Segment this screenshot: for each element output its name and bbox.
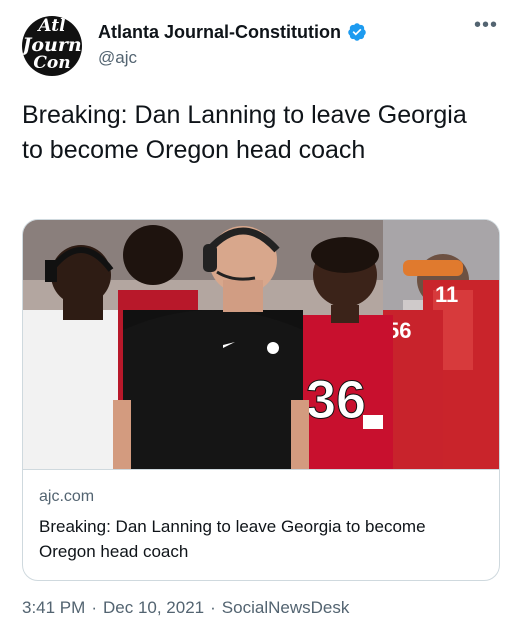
more-options-icon[interactable]: ••• bbox=[474, 15, 498, 38]
card-image[interactable]: 11 56 36 20 bbox=[23, 220, 499, 469]
tweet-text: Breaking: Dan Lanning to leave Georgia t… bbox=[22, 101, 467, 164]
ajc-logo: Atl Journ Con bbox=[22, 16, 82, 76]
handle[interactable]: @ajc bbox=[98, 48, 137, 68]
separator: · bbox=[210, 598, 216, 617]
display-name[interactable]: Atlanta Journal-Constitution bbox=[98, 22, 341, 43]
card-title: Breaking: Dan Lanning to leave Georgia t… bbox=[39, 517, 426, 561]
logo-line-3: Con bbox=[33, 53, 71, 73]
jersey-number-36: 36 bbox=[306, 370, 366, 430]
verified-badge-icon bbox=[348, 23, 366, 41]
tweet-time[interactable]: 3:41 PM bbox=[22, 598, 85, 617]
tweet-header: Atl Journ Con Atlanta Journal-Constituti… bbox=[22, 15, 502, 80]
avatar[interactable]: Atl Journ Con bbox=[22, 16, 82, 76]
tweet-source[interactable]: SocialNewsDesk bbox=[222, 598, 350, 617]
tweet-date[interactable]: Dec 10, 2021 bbox=[103, 598, 204, 617]
logo-line-2: Journ bbox=[22, 34, 82, 56]
tweet: Atl Journ Con Atlanta Journal-Constituti… bbox=[0, 0, 519, 640]
card-meta[interactable]: ajc.com Breaking: Dan Lanning to leave G… bbox=[23, 469, 499, 580]
tweet-metadata: 3:41 PM · Dec 10, 2021 · SocialNewsDesk bbox=[22, 598, 349, 618]
link-card[interactable]: 11 56 36 20 bbox=[22, 219, 500, 581]
coach-sideline-photo: 11 56 36 20 bbox=[23, 220, 499, 469]
card-domain: ajc.com bbox=[39, 488, 95, 505]
display-name-row[interactable]: Atlanta Journal-Constitution bbox=[98, 20, 367, 44]
logo-line-1: Atl bbox=[38, 16, 66, 36]
jersey-number-11: 11 bbox=[435, 282, 458, 307]
separator: · bbox=[91, 598, 97, 617]
